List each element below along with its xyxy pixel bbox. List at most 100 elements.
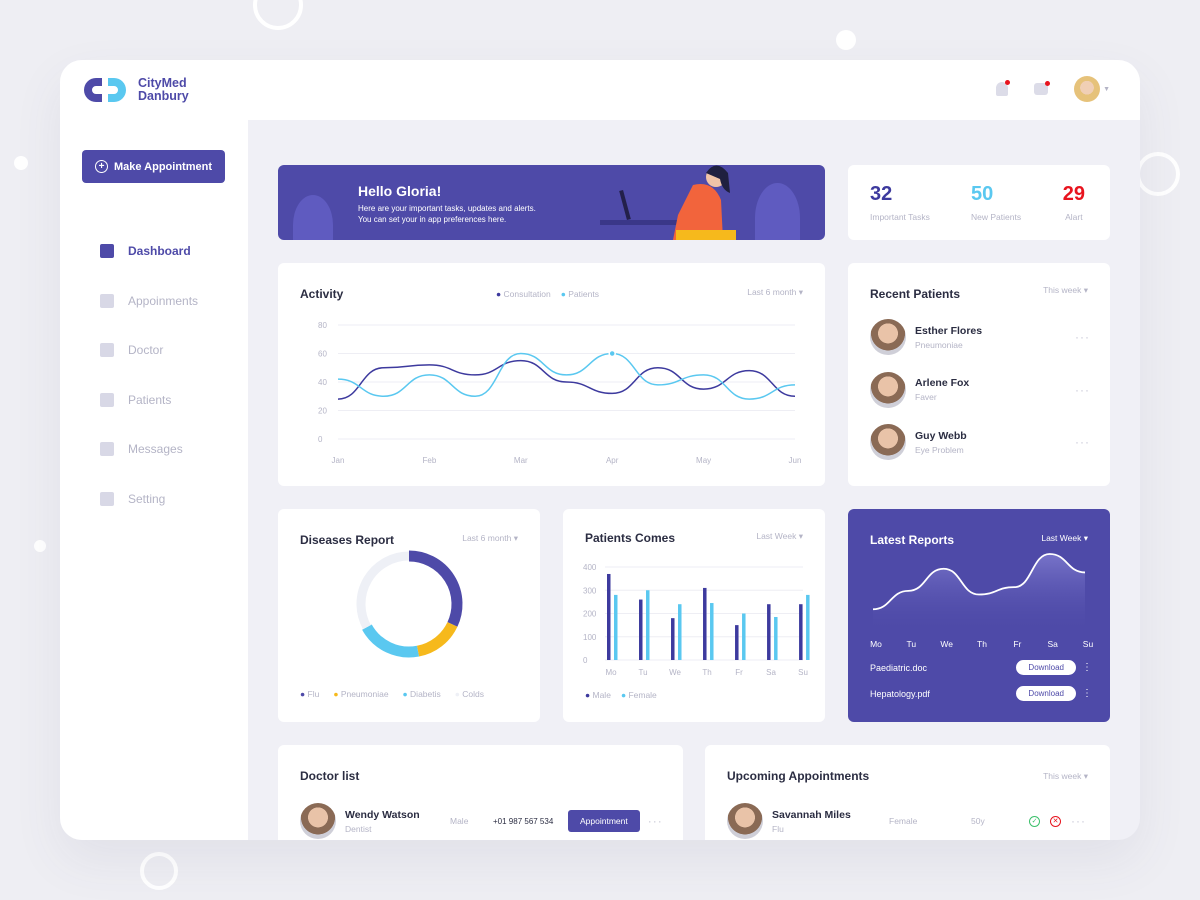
- sidebar-item-dashboard[interactable]: Dashboard: [100, 244, 240, 258]
- download-button[interactable]: Download: [1016, 686, 1076, 701]
- welcome-banner: Hello Gloria! Here are your important ta…: [278, 165, 825, 240]
- make-appointment-button[interactable]: + Make Appointment: [82, 150, 225, 183]
- more-icon[interactable]: ···: [1075, 383, 1090, 397]
- patient-row[interactable]: Guy Webb Eye Problem ···: [870, 424, 1090, 460]
- patient-condition: Pneumoniae: [915, 339, 963, 350]
- doctor-phone: +01 987 567 534: [493, 816, 554, 826]
- user-avatar[interactable]: [1074, 76, 1100, 102]
- series-line-consultation: [337, 359, 796, 400]
- doctor-row[interactable]: Wendy Watson Dentist Male +01 987 567 534…: [300, 803, 670, 839]
- more-icon[interactable]: ···: [1071, 814, 1086, 828]
- sidebar-item-label: Appoinments: [128, 293, 199, 308]
- x-tick-label: We: [940, 639, 953, 649]
- legend-item: ● Female: [621, 690, 657, 700]
- stat-item[interactable]: 32 Important Tasks: [870, 183, 930, 222]
- bar-male: [703, 587, 707, 660]
- x-tick-label: Th: [702, 668, 711, 677]
- x-tick-label: Tu: [907, 639, 917, 649]
- x-tick-label: Feb: [423, 456, 437, 465]
- patient-name: Savannah Miles: [772, 808, 851, 821]
- appointment-button[interactable]: Appointment: [568, 810, 640, 832]
- bar-female: [806, 594, 810, 660]
- stat-item[interactable]: 50 New Patients: [971, 183, 1021, 222]
- patient-row[interactable]: Esther Flores Pneumoniae ···: [870, 319, 1090, 355]
- series-line-patients: [337, 352, 796, 400]
- x-tick-label: May: [696, 456, 711, 465]
- x-tick-label: Fr: [735, 668, 743, 677]
- x-tick-label: Mar: [514, 456, 528, 465]
- chat-icon[interactable]: [1034, 81, 1050, 95]
- legend-item: ● Diabetis: [403, 689, 441, 699]
- logo[interactable]: CityMed Danbury: [82, 76, 189, 104]
- doctor-gender: Male: [450, 816, 469, 826]
- banner-title: Hello Gloria!: [358, 183, 442, 199]
- sidebar-item-label: Dashboard: [128, 244, 191, 258]
- patient-condition: Faver: [915, 392, 937, 402]
- highlight-point: [608, 349, 616, 358]
- download-button[interactable]: Download: [1016, 660, 1076, 675]
- more-icon[interactable]: ···: [648, 814, 663, 828]
- sidebar-item-label: Messages: [128, 442, 183, 456]
- x-tick-label: Mo: [870, 639, 882, 649]
- legend-dot: ●: [402, 689, 411, 699]
- legend-label: Male: [592, 690, 611, 700]
- sidebar-item-messages[interactable]: Messages: [100, 442, 240, 456]
- patient-name: Esther Flores: [915, 324, 983, 337]
- legend-item: ● Male: [585, 690, 611, 700]
- upcoming-title: Upcoming Appointments: [727, 769, 870, 783]
- doctor-list-title: Doctor list: [300, 769, 360, 783]
- make-appointment-label: Make Appointment: [114, 160, 212, 173]
- donut-slice-colds: [356, 551, 410, 630]
- more-icon[interactable]: ···: [1075, 435, 1090, 449]
- diseases-report-card: Diseases Report Last 6 month ● Flu● Pneu…: [278, 509, 540, 722]
- recent-filter-dropdown[interactable]: This week: [1043, 285, 1088, 296]
- patient-gender: Female: [889, 816, 918, 826]
- reject-x-icon[interactable]: ✕: [1050, 815, 1061, 827]
- donut-slice-diabetis: [362, 624, 420, 658]
- x-tick-label: Apr: [606, 456, 619, 465]
- activity-chart: 0 20 40 60 80 Jan Feb Mar Apr May Jun: [318, 321, 801, 465]
- report-file-row: Hepatology.pdf Download ⋮: [870, 686, 1092, 701]
- activity-card: Activity ● Consultation ● Patients Last 6…: [278, 263, 825, 486]
- legend-label: Diabetis: [410, 689, 441, 699]
- y-tick-label: 200: [583, 610, 597, 619]
- kebab-icon[interactable]: ⋮: [1082, 662, 1092, 673]
- app-window: CityMed Danbury + Make Appointment Dashboa…: [60, 60, 1140, 840]
- y-tick-label: 400: [583, 563, 597, 572]
- banner-line1: Here are your important tasks, updates a…: [358, 204, 536, 213]
- bar-male: [639, 599, 643, 660]
- donut-slice-pneumoniae: [416, 621, 458, 657]
- chevron-down-icon[interactable]: ▼: [1103, 86, 1110, 93]
- y-tick-label: 300: [583, 586, 597, 595]
- legend-item: ● Flu: [300, 689, 319, 699]
- x-tick-label: Tu: [638, 668, 647, 677]
- patient-row[interactable]: Arlene Fox Faver ···: [870, 371, 1090, 408]
- stat-label: Important Tasks: [870, 212, 930, 222]
- sidebar-item-patients[interactable]: Patients: [100, 392, 240, 407]
- accept-check-icon[interactable]: ✓: [1029, 815, 1040, 827]
- upcoming-filter-dropdown[interactable]: This week: [1043, 771, 1088, 782]
- legend-dot: ●: [300, 689, 308, 699]
- medkit-icon: [100, 343, 114, 357]
- more-icon[interactable]: ···: [1075, 330, 1090, 344]
- leaf-illustration: [755, 183, 800, 240]
- stat-value: 32: [870, 183, 893, 205]
- sidebar-item-doctor[interactable]: Doctor: [100, 343, 240, 357]
- bar-female: [646, 590, 650, 660]
- sidebar-item-setting[interactable]: Setting: [100, 491, 240, 506]
- bar-male: [767, 604, 771, 660]
- recent-patients-title: Recent Patients: [870, 287, 961, 301]
- bell-icon[interactable]: [996, 80, 1010, 96]
- stat-value: 29: [1062, 183, 1085, 205]
- stat-value: 50: [971, 183, 994, 205]
- x-tick-label: We: [669, 668, 681, 677]
- avatar: [870, 371, 906, 408]
- bar-male: [799, 604, 803, 660]
- bar-female: [614, 594, 618, 660]
- appointment-row[interactable]: Savannah Miles Flu Female 50y ✓ ✕ ···: [727, 803, 1092, 839]
- donut-slice-flu: [408, 550, 463, 627]
- kebab-icon[interactable]: ⋮: [1082, 688, 1092, 699]
- stat-item[interactable]: 29 Alart: [1063, 183, 1085, 222]
- user-icon: [100, 392, 114, 407]
- sidebar-item-appoinments[interactable]: Appoinments: [100, 293, 240, 308]
